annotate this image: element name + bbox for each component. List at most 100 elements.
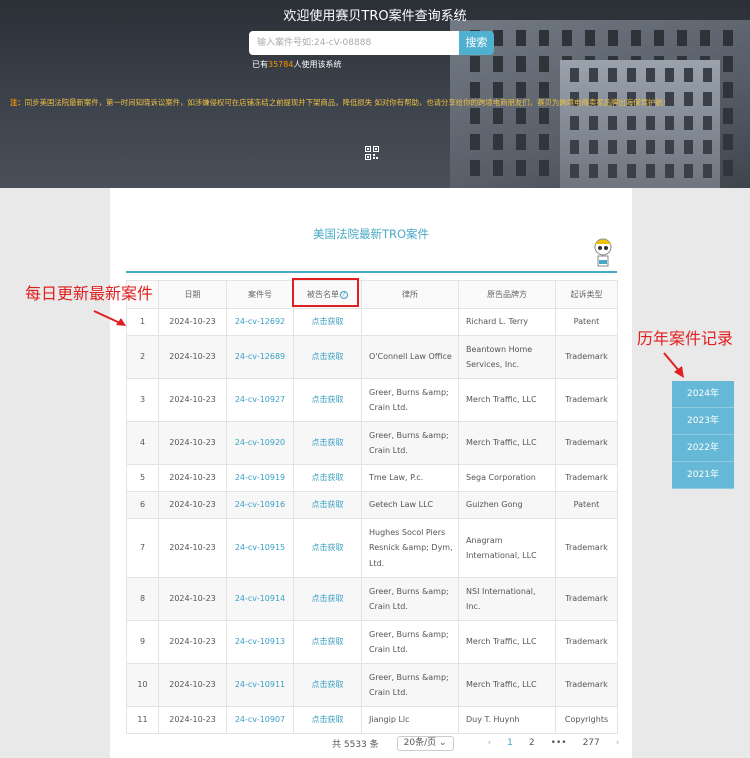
building-image-front xyxy=(560,60,720,188)
cell-defendant-link[interactable]: 点击获取 xyxy=(293,491,362,519)
cell-lawfirm: Tme Law, P.c. xyxy=(361,464,459,492)
cell-date: 2024-10-23 xyxy=(158,518,227,578)
cell-defendant-link[interactable]: 点击获取 xyxy=(293,335,362,379)
cell-date: 2024-10-23 xyxy=(158,464,227,492)
building-window xyxy=(723,134,733,150)
cell-type: Trademark xyxy=(555,335,618,379)
building-window xyxy=(627,140,636,154)
user-count-prefix: 已有 xyxy=(252,60,268,69)
page-2[interactable]: 2 xyxy=(529,738,535,748)
building-window xyxy=(723,160,733,176)
table-row: 5 2024-10-23 24-cv-10919 点击获取 Tme Law, P.c. S… xyxy=(126,464,618,492)
pagination: 共 5533 条 20条/页 ⌄ ‹ 1 2 ••• 277 › xyxy=(332,735,627,751)
cell-case-link[interactable]: 24-cv-12692 xyxy=(226,308,294,336)
cell-index: 7 xyxy=(126,518,159,578)
building-window xyxy=(589,68,598,82)
qr-code-icon[interactable] xyxy=(365,146,379,160)
year-button-2022[interactable]: 2022年 xyxy=(672,435,734,462)
cell-date: 2024-10-23 xyxy=(158,620,227,664)
pagination-total: 共 5533 条 xyxy=(332,739,379,750)
cell-defendant-link[interactable]: 点击获取 xyxy=(293,378,362,422)
mascot-icon xyxy=(594,238,612,267)
page-size-value: 20条/页 xyxy=(403,737,437,748)
cell-case-link[interactable]: 24-cv-10915 xyxy=(226,518,294,578)
next-page-button[interactable]: › xyxy=(616,738,620,748)
notice-banner: 注：同步美国法院最新案件，第一时间知晓诉讼案件，如涉嫌侵权可在店铺冻结之前提现并… xyxy=(10,97,750,108)
cell-case-link[interactable]: 24-cv-10920 xyxy=(226,421,294,465)
cell-defendant-link[interactable]: 点击获取 xyxy=(293,663,362,707)
cell-type: Trademark xyxy=(555,577,618,621)
table-row: 11 2024-10-23 24-cv-10907 点击获取 Jiangip Llc Du… xyxy=(126,706,618,734)
cell-case-link[interactable]: 24-cv-10911 xyxy=(226,663,294,707)
cell-date: 2024-10-23 xyxy=(158,308,227,336)
cell-case-link[interactable]: 24-cv-12689 xyxy=(226,335,294,379)
building-window xyxy=(608,68,617,82)
search-button[interactable]: 搜索 xyxy=(459,31,494,55)
building-window xyxy=(539,108,549,124)
table-row: 7 2024-10-23 24-cv-10915 点击获取 Hughes Socol P… xyxy=(126,518,618,578)
annotation-arrow-left-icon xyxy=(93,310,126,326)
building-window xyxy=(665,116,674,130)
building-window xyxy=(703,116,712,130)
page-size-select[interactable]: 20条/页 ⌄ xyxy=(396,735,454,751)
cell-index: 10 xyxy=(126,663,159,707)
case-table: 日期 案件号 被告名单? 律所 原告品牌方 起诉类型 1 2024-10-23 24… xyxy=(126,280,618,734)
cell-case-link[interactable]: 24-cv-10913 xyxy=(226,620,294,664)
cell-case-link[interactable]: 24-cv-10919 xyxy=(226,464,294,492)
building-window xyxy=(703,140,712,154)
cell-date: 2024-10-23 xyxy=(158,378,227,422)
building-window xyxy=(608,140,617,154)
cell-defendant-link[interactable]: 点击获取 xyxy=(293,706,362,734)
building-window xyxy=(493,30,503,46)
cell-defendant-link[interactable]: 点击获取 xyxy=(293,308,362,336)
cell-index: 2 xyxy=(126,335,159,379)
cell-defendant-link[interactable]: 点击获取 xyxy=(293,620,362,664)
cell-case-link[interactable]: 24-cv-10907 xyxy=(226,706,294,734)
building-window xyxy=(684,164,693,178)
col-header-date: 日期 xyxy=(158,280,227,309)
cell-lawfirm: Jiangip Llc xyxy=(361,706,459,734)
search-input[interactable]: 输入案件号如:24-cV-08888 xyxy=(249,31,459,55)
page-last[interactable]: 277 xyxy=(583,738,600,748)
cell-case-link[interactable]: 24-cv-10927 xyxy=(226,378,294,422)
cell-defendant-link[interactable]: 点击获取 xyxy=(293,518,362,578)
prev-page-button[interactable]: ‹ xyxy=(488,738,492,748)
building-window xyxy=(646,116,655,130)
building-window xyxy=(589,164,598,178)
panel-title: 美国法院最新TRO案件 xyxy=(312,227,430,241)
table-header-row: 日期 案件号 被告名单? 律所 原告品牌方 起诉类型 xyxy=(126,280,618,309)
annotation-daily-update: 每日更新最新案件 xyxy=(25,284,154,303)
building-window xyxy=(493,160,503,176)
panel-divider xyxy=(126,271,617,273)
building-window xyxy=(703,164,712,178)
building-window xyxy=(570,116,579,130)
page-1[interactable]: 1 xyxy=(507,738,513,748)
cell-lawfirm: Hughes Socol Piers Resnick &amp; Dym, Lt… xyxy=(361,518,459,578)
cell-plaintiff: Merch Traffic, LLC xyxy=(458,421,556,465)
cell-date: 2024-10-23 xyxy=(158,421,227,465)
building-window xyxy=(493,82,503,98)
page-ellipsis[interactable]: ••• xyxy=(551,738,567,748)
cell-lawfirm: Greer, Burns &amp; Crain Ltd. xyxy=(361,421,459,465)
user-count-suffix: 人使用该系统 xyxy=(293,60,342,69)
cell-plaintiff: Merch Traffic, LLC xyxy=(458,620,556,664)
building-window xyxy=(627,164,636,178)
building-window xyxy=(703,68,712,82)
building-window xyxy=(631,30,641,46)
year-button-2023[interactable]: 2023年 xyxy=(672,408,734,435)
year-button-2021[interactable]: 2021年 xyxy=(672,462,734,489)
building-window xyxy=(470,134,480,150)
cell-case-link[interactable]: 24-cv-10916 xyxy=(226,491,294,519)
building-window xyxy=(627,116,636,130)
cell-type: Trademark xyxy=(555,464,618,492)
cell-defendant-link[interactable]: 点击获取 xyxy=(293,421,362,465)
cell-plaintiff: Beantown Home Services, Inc. xyxy=(458,335,556,379)
cell-case-link[interactable]: 24-cv-10914 xyxy=(226,577,294,621)
year-button-2024[interactable]: 2024年 xyxy=(672,381,734,408)
building-window xyxy=(723,82,733,98)
cell-lawfirm: Greer, Burns &amp; Crain Ltd. xyxy=(361,620,459,664)
case-table-body: 1 2024-10-23 24-cv-12692 点击获取 Richard L. Ter… xyxy=(126,308,618,734)
cell-defendant-link[interactable]: 点击获取 xyxy=(293,464,362,492)
cell-defendant-link[interactable]: 点击获取 xyxy=(293,577,362,621)
cell-type: Trademark xyxy=(555,421,618,465)
